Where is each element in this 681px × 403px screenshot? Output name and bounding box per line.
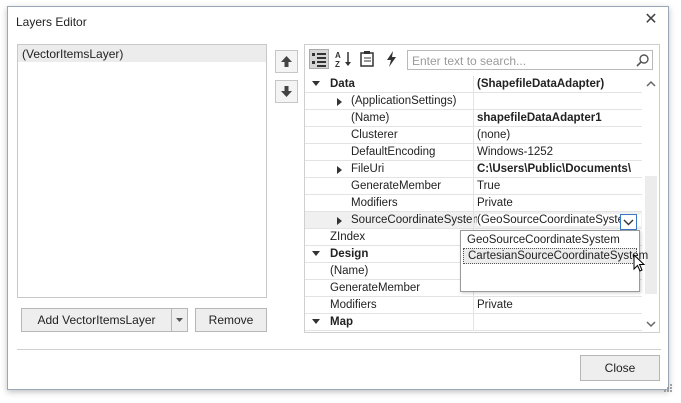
title-bar: Layers Editor ✕ [8, 7, 668, 35]
mouse-cursor-icon [633, 254, 646, 272]
add-layer-dropdown-button[interactable] [171, 308, 188, 332]
coordinate-system-dropdown: GeoSourceCoordinateSystem CartesianSourc… [460, 230, 648, 292]
category-row-map[interactable]: Map [305, 314, 642, 331]
property-name: Map [330, 316, 353, 328]
expand-icon[interactable] [337, 217, 342, 225]
combo-dropdown-button[interactable] [620, 214, 637, 230]
property-name: Clusterer [351, 129, 398, 141]
property-row[interactable]: Modifiers Private [305, 195, 642, 212]
properties-icon[interactable] [358, 49, 378, 69]
property-name: Modifiers [330, 299, 377, 311]
scroll-down-icon[interactable] [643, 318, 659, 330]
property-name: (Name) [351, 112, 390, 124]
svg-text:A: A [335, 51, 341, 60]
close-icon[interactable]: ✕ [642, 11, 660, 29]
close-button[interactable]: Close [580, 355, 660, 381]
layers-editor-window: Layers Editor ✕ (VectorItemsLayer) Add V… [7, 6, 672, 392]
events-icon[interactable] [382, 49, 402, 69]
list-item[interactable]: (VectorItemsLayer) [18, 45, 266, 62]
category-row-data[interactable]: Data (ShapefileDataAdapter) [305, 76, 642, 93]
property-name: (ApplicationSettings) [351, 95, 457, 107]
property-name: FileUri [351, 163, 385, 175]
chevron-down-icon [623, 219, 634, 226]
layers-list[interactable]: (VectorItemsLayer) [17, 44, 267, 298]
property-name: Design [330, 248, 369, 260]
property-value[interactable]: Private [477, 299, 641, 311]
expand-icon[interactable] [337, 98, 342, 106]
expand-icon[interactable] [312, 251, 320, 256]
property-value-editor[interactable]: (GeoSourceCoordinateSystem) [477, 214, 641, 226]
search-input[interactable]: Enter text to search... [407, 50, 653, 70]
property-name: DefaultEncoding [351, 146, 436, 158]
expand-icon[interactable] [312, 319, 320, 324]
remove-button[interactable]: Remove [195, 308, 267, 332]
alphabetical-icon[interactable]: AZ [334, 49, 354, 69]
move-up-button[interactable] [275, 50, 298, 73]
property-value[interactable]: C:\Users\Public\Documents\ [477, 163, 641, 175]
property-name: ZIndex [330, 231, 366, 243]
svg-text:Z: Z [335, 60, 340, 69]
search-icon[interactable] [636, 53, 650, 67]
dropdown-option[interactable]: GeoSourceCoordinateSystem [463, 233, 637, 249]
property-row[interactable]: (ApplicationSettings) [305, 93, 642, 110]
search-placeholder: Enter text to search... [412, 54, 527, 68]
add-layer-button[interactable]: Add VectorItemsLayer [21, 308, 172, 332]
property-value[interactable]: (ShapefileDataAdapter) [477, 78, 641, 90]
property-name: GenerateMember [330, 282, 421, 294]
property-name: GenerateMember [351, 180, 442, 192]
property-value[interactable]: Windows-1252 [477, 146, 641, 158]
categorized-icon[interactable] [309, 49, 329, 69]
chevron-down-icon [176, 318, 183, 322]
property-value[interactable]: Private [477, 197, 641, 209]
arrow-up-icon [281, 56, 292, 67]
property-grid-toolbar: AZ Enter text to search... [305, 45, 659, 73]
property-row[interactable]: GenerateMember True [305, 178, 642, 195]
expand-icon[interactable] [312, 81, 320, 86]
property-value[interactable]: shapefileDataAdapter1 [477, 112, 641, 124]
property-row[interactable]: FileUri C:\Users\Public\Documents\ [305, 161, 642, 178]
property-name: (Name) [330, 265, 369, 277]
expand-icon[interactable] [337, 166, 342, 174]
property-value[interactable]: (none) [477, 129, 641, 141]
window-title: Layers Editor [16, 15, 87, 29]
property-value[interactable]: True [477, 180, 641, 192]
property-name: SourceCoordinateSystem [351, 214, 483, 226]
property-row[interactable]: Modifiers Private [305, 297, 642, 314]
scroll-up-icon[interactable] [643, 78, 659, 90]
property-name: Data [330, 78, 355, 90]
resize-grip-icon[interactable] [663, 383, 673, 393]
scrollbar-thumb[interactable] [645, 176, 657, 294]
dropdown-option-highlighted[interactable]: CartesianSourceCoordinateSystem [463, 248, 648, 264]
property-row[interactable]: (Name) shapefileDataAdapter1 [305, 110, 642, 127]
property-grid-scrollbar[interactable] [643, 76, 659, 332]
property-name: Modifiers [351, 197, 398, 209]
divider [17, 349, 661, 350]
property-row-selected[interactable]: SourceCoordinateSystem (GeoSourceCoordin… [305, 212, 642, 229]
move-down-button[interactable] [275, 80, 298, 103]
arrow-down-icon [281, 86, 292, 97]
property-row[interactable]: DefaultEncoding Windows-1252 [305, 144, 642, 161]
property-row[interactable]: Clusterer (none) [305, 127, 642, 144]
